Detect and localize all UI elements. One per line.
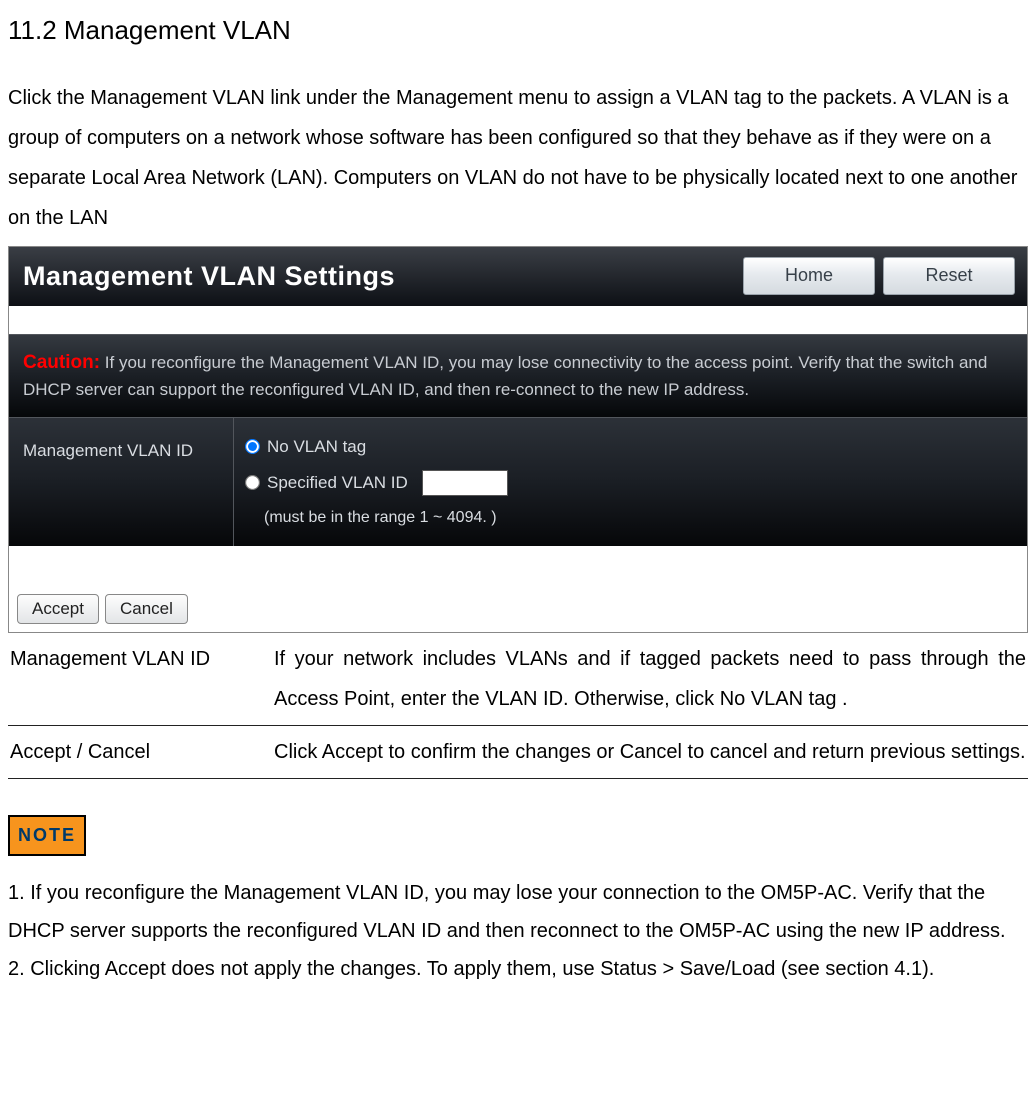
desc-text: If your network includes VLANs and if ta… <box>272 633 1028 726</box>
specified-vlan-radio[interactable] <box>245 475 260 490</box>
panel-title: Management VLAN Settings <box>23 253 395 300</box>
panel-header: Management VLAN Settings Home Reset <box>9 247 1027 306</box>
panel-button-row: Accept Cancel <box>9 546 1027 632</box>
vlan-id-options: No VLAN tag Specified VLAN ID (must be i… <box>234 418 1027 546</box>
desc-label: Management VLAN ID <box>8 633 272 726</box>
caution-block: Caution: If you reconfigure the Manageme… <box>9 334 1027 417</box>
table-row: Accept / Cancel Click Accept to confirm … <box>8 725 1028 778</box>
intro-paragraph: Click the Management VLAN link under the… <box>8 78 1028 238</box>
no-vlan-label: No VLAN tag <box>267 430 366 464</box>
vlan-id-row: Management VLAN ID No VLAN tag Specified… <box>9 417 1027 546</box>
specified-vlan-label: Specified VLAN ID <box>267 466 408 500</box>
home-button[interactable]: Home <box>743 257 875 295</box>
settings-panel: Management VLAN Settings Home Reset Caut… <box>8 246 1028 633</box>
note-2: 2. Clicking Accept does not apply the ch… <box>8 950 1028 988</box>
desc-label: Accept / Cancel <box>8 725 272 778</box>
reset-button[interactable]: Reset <box>883 257 1015 295</box>
cancel-button[interactable]: Cancel <box>105 594 188 624</box>
no-vlan-radio[interactable] <box>245 439 260 454</box>
accept-button[interactable]: Accept <box>17 594 99 624</box>
desc-text: Click Accept to confirm the changes or C… <box>272 725 1028 778</box>
note-1: 1. If you reconfigure the Management VLA… <box>8 874 1028 950</box>
header-buttons: Home Reset <box>743 257 1015 295</box>
vlan-id-row-label: Management VLAN ID <box>9 418 234 546</box>
section-title: 11.2 Management VLAN <box>8 8 1028 54</box>
vlan-range-hint: (must be in the range 1 ~ 4094. ) <box>264 502 1015 534</box>
note-badge: NOTE <box>8 815 86 857</box>
caution-text: If you reconfigure the Management VLAN I… <box>23 353 987 400</box>
caution-label: Caution: <box>23 352 100 373</box>
description-table: Management VLAN ID If your network inclu… <box>8 633 1028 779</box>
table-row: Management VLAN ID If your network inclu… <box>8 633 1028 726</box>
specified-vlan-option[interactable]: Specified VLAN ID <box>246 466 1015 500</box>
no-vlan-option[interactable]: No VLAN tag <box>246 430 1015 464</box>
vlan-id-input[interactable] <box>422 470 508 496</box>
